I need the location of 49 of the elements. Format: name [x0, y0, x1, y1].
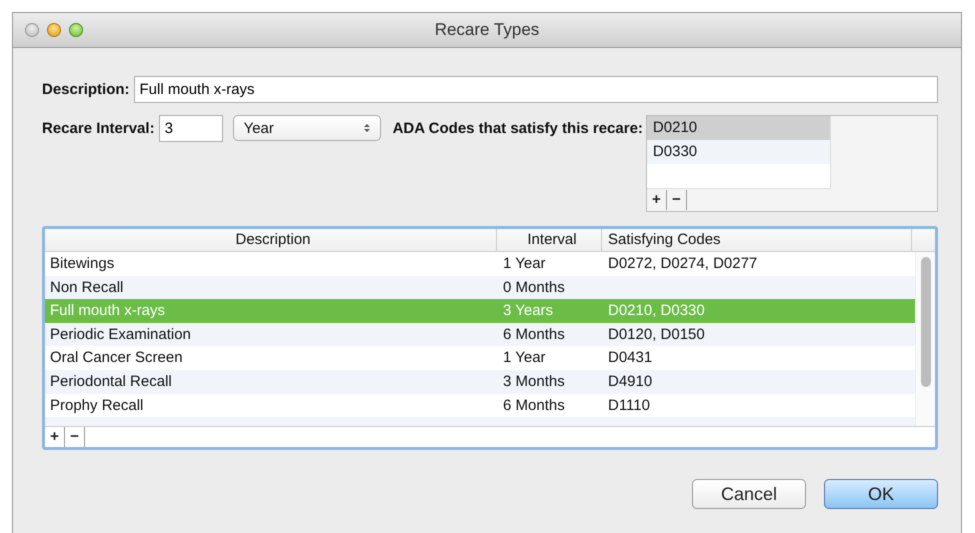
table-cell-text: D0431 — [607, 348, 654, 368]
table-cell-text: 6 Months — [502, 324, 566, 345]
window-title: Recare Types — [434, 20, 540, 40]
table-cell-text: Oral Cancer Screen — [49, 348, 184, 368]
field-label: Recare Interval: — [42, 120, 155, 137]
table-row[interactable]: Periodontal Recall 3 Months D4910 — [45, 370, 915, 394]
table-cell-text: Bitewings — [49, 254, 116, 274]
list-item[interactable]: D0330 — [646, 140, 830, 164]
zoom-button[interactable] — [69, 23, 83, 37]
table-cell-text: 1 Year — [502, 348, 547, 368]
field-label: Description: — [42, 81, 130, 98]
updown-arrow-icon — [364, 123, 370, 133]
table-row[interactable]: Bitewings 1 Year D0272, D0274, D0277 — [45, 252, 915, 276]
ok-button[interactable]: OK — [824, 479, 938, 509]
table-cell-text: Periodic Examination — [49, 324, 192, 345]
table-cell-text: Full mouth x-rays — [49, 301, 166, 322]
add-button[interactable]: + — [646, 190, 667, 210]
list-item[interactable]: D0210 — [646, 116, 830, 140]
description-field[interactable]: Full mouth x-rays — [134, 76, 938, 103]
table-cell-text: 6 Months — [502, 396, 566, 416]
column-header[interactable]: Description — [45, 229, 497, 251]
field-label: ADA Codes that satisfy this recare: — [392, 120, 643, 137]
remove-button[interactable]: − — [65, 427, 85, 447]
interval-field[interactable]: 3 — [158, 115, 223, 142]
remove-button[interactable]: − — [666, 190, 687, 210]
add-button[interactable]: + — [45, 427, 65, 447]
table-cell-text: 1 Year — [502, 254, 547, 274]
table-cell-text: D0120, D0150 — [607, 324, 706, 345]
table-cell-text: D4910 — [607, 372, 654, 392]
table-cell-text: 3 Months — [502, 372, 566, 392]
table-row[interactable]: Prophy Recall 6 Months D1110 — [45, 394, 915, 418]
table-cell-text: Periodontal Recall — [49, 372, 173, 392]
scrollbar-thumb[interactable] — [921, 257, 931, 387]
table-cell-text: 0 Months — [502, 278, 566, 298]
column-header[interactable]: Satisfying Codes — [602, 229, 912, 251]
table-cell-text: Prophy Recall — [49, 396, 144, 416]
close-button[interactable] — [25, 23, 39, 37]
column-header[interactable]: Interval — [497, 229, 602, 251]
unit-dropdown[interactable]: Year — [232, 115, 381, 141]
table-row[interactable]: Oral Cancer Screen 1 Year D0431 — [45, 346, 915, 370]
table-cell-text: 3 Years — [502, 301, 554, 322]
table-row[interactable]: Periodic Examination 6 Months D0120, D0150 — [45, 322, 915, 346]
table-cell-text: Non Recall — [49, 278, 124, 298]
table-cell-text: D0210, D0330 — [607, 301, 706, 322]
table-row[interactable]: Non Recall 0 Months — [45, 276, 915, 300]
table-cell-text: D1110 — [607, 396, 651, 416]
cancel-button[interactable]: Cancel — [692, 479, 806, 509]
table-cell-text: D0272, D0274, D0277 — [607, 254, 758, 274]
minimize-button[interactable] — [47, 23, 61, 37]
